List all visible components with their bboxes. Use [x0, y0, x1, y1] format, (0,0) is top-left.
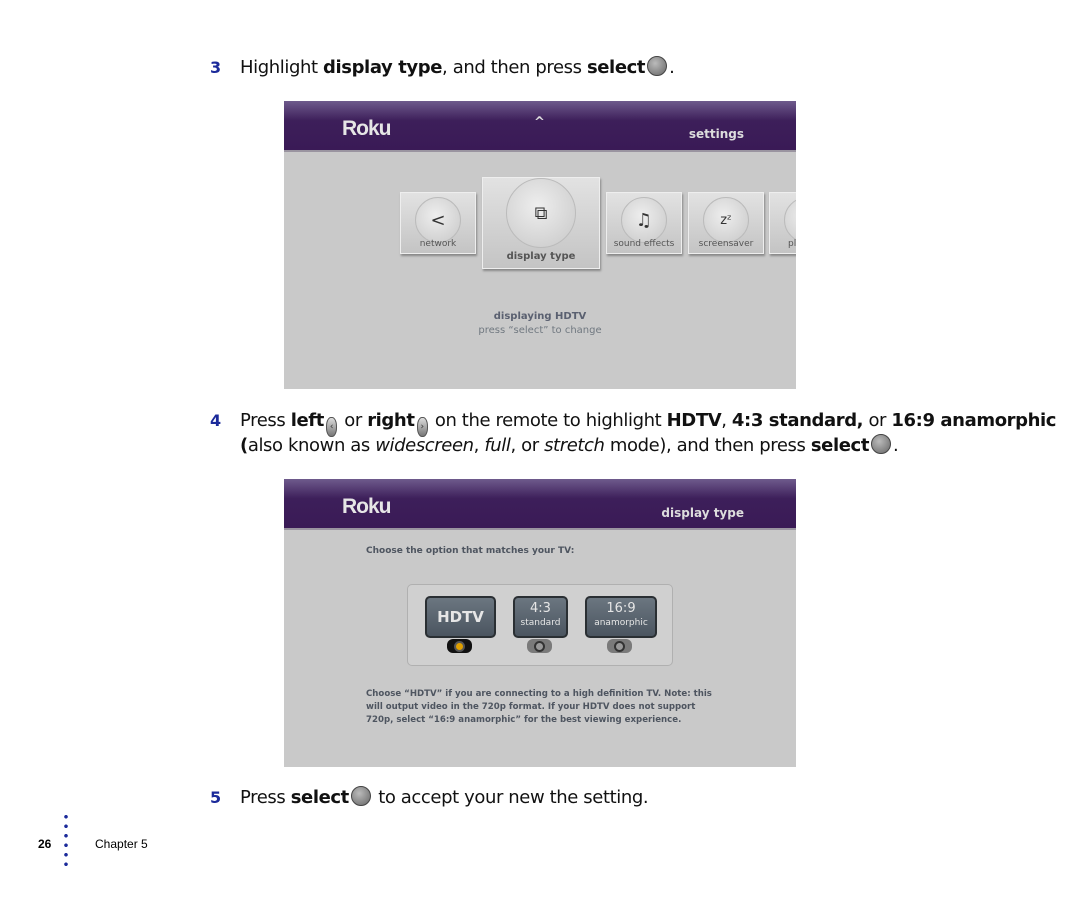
- select-button-icon: [647, 56, 668, 76]
- roku-logo: Roku: [342, 117, 391, 140]
- step-text: Press select to accept your new the sett…: [240, 785, 649, 810]
- select-button-icon: [350, 786, 371, 806]
- text-bold: select: [810, 435, 870, 456]
- tile-label: sound effects: [613, 239, 675, 249]
- screensaver-icon: zᶻ: [703, 197, 749, 243]
- radio-dot-icon: [614, 640, 625, 652]
- text-bold: select: [290, 787, 350, 808]
- tile-screensaver[interactable]: zᶻ screensaver: [688, 192, 764, 254]
- text: Highlight: [240, 57, 323, 78]
- status-text: displaying HDTV: [493, 311, 587, 322]
- display-icon: ⧉: [506, 178, 576, 248]
- text: on the remote to highlight: [429, 410, 667, 431]
- step-text: Highlight display type, and then press s…: [240, 55, 675, 80]
- text-bold: left: [290, 410, 325, 431]
- text: ,: [721, 410, 732, 431]
- text: Press: [240, 787, 291, 808]
- radio-hdtv[interactable]: [447, 639, 472, 653]
- tile-partial[interactable]: pla: [769, 192, 796, 254]
- tile-display-type[interactable]: ⧉ display type: [482, 177, 600, 269]
- select-button-icon: [871, 434, 892, 454]
- text: or: [338, 410, 368, 431]
- text-italic: full: [484, 435, 511, 456]
- dotted-divider: [64, 812, 68, 868]
- text-bold: HDTV: [666, 410, 722, 431]
- text-bold: select: [586, 57, 646, 78]
- step-text-line2: (also known as widescreen, full, or stre…: [240, 433, 899, 458]
- tile-sound-effects[interactable]: ♫ sound effects: [606, 192, 682, 254]
- tile-label: pla: [788, 239, 796, 249]
- tile-label: screensaver: [698, 239, 754, 249]
- tile-label: network: [419, 239, 457, 249]
- option-16-9[interactable]: 16:9 anamorphic: [585, 596, 657, 638]
- option-sublabel: anamorphic: [594, 618, 648, 628]
- option-sublabel: standard: [520, 618, 561, 628]
- header-title: settings: [688, 127, 744, 141]
- tile-label: display type: [506, 251, 576, 262]
- text-bold: right: [367, 410, 415, 431]
- roku-settings-screenshot: Roku ^ settings < network ⧉ display type ♫…: [284, 101, 796, 389]
- step-number: 3: [210, 58, 221, 77]
- text-bold: (: [240, 435, 248, 456]
- radio-dot-icon: [454, 640, 465, 652]
- step-number: 5: [210, 788, 221, 807]
- share-icon: <: [415, 197, 461, 243]
- music-icon: ♫: [621, 197, 667, 243]
- text: also known as: [247, 435, 376, 456]
- text: .: [669, 57, 675, 78]
- text: to accept your new the setting.: [372, 787, 649, 808]
- text-italic: stretch: [544, 435, 605, 456]
- radio-4-3[interactable]: [527, 639, 552, 653]
- header-title: display type: [661, 506, 744, 520]
- hint-text: press “select” to change: [478, 325, 602, 336]
- text: mode), and then press: [604, 435, 811, 456]
- page-number: 26: [38, 837, 52, 851]
- option-4-3[interactable]: 4:3 standard: [513, 596, 568, 638]
- up-arrow-icon: ^: [534, 115, 545, 130]
- text: ,: [473, 435, 485, 456]
- text: or: [863, 410, 892, 431]
- partial-icon: [784, 197, 796, 243]
- option-label: 4:3: [530, 601, 551, 616]
- text-bold: display type: [323, 57, 443, 78]
- roku-header: Roku display type: [284, 479, 796, 530]
- text-bold: 16:9 anamorphic: [891, 410, 1057, 431]
- option-hdtv[interactable]: HDTV: [425, 596, 496, 638]
- tile-network[interactable]: < network: [400, 192, 476, 254]
- radio-16-9[interactable]: [607, 639, 632, 653]
- step-number: 4: [210, 411, 221, 430]
- chapter-label: Chapter 5: [95, 837, 148, 851]
- text-bold: 4:3 standard,: [731, 410, 864, 431]
- roku-header: Roku ^ settings: [284, 101, 796, 152]
- text: , and then press: [442, 57, 587, 78]
- note-text: Choose “HDTV” if you are connecting to a…: [366, 689, 712, 725]
- roku-logo: Roku: [342, 495, 391, 518]
- text: .: [893, 435, 899, 456]
- roku-display-type-screenshot: Roku display type Choose the option that…: [284, 479, 796, 767]
- radio-dot-icon: [534, 640, 545, 652]
- option-label: 16:9: [606, 601, 636, 616]
- text-italic: widescreen: [375, 435, 474, 456]
- prompt-text: Choose the option that matches your TV:: [366, 546, 575, 556]
- text: , or: [510, 435, 545, 456]
- option-label: HDTV: [437, 608, 484, 626]
- text: Press: [240, 410, 291, 431]
